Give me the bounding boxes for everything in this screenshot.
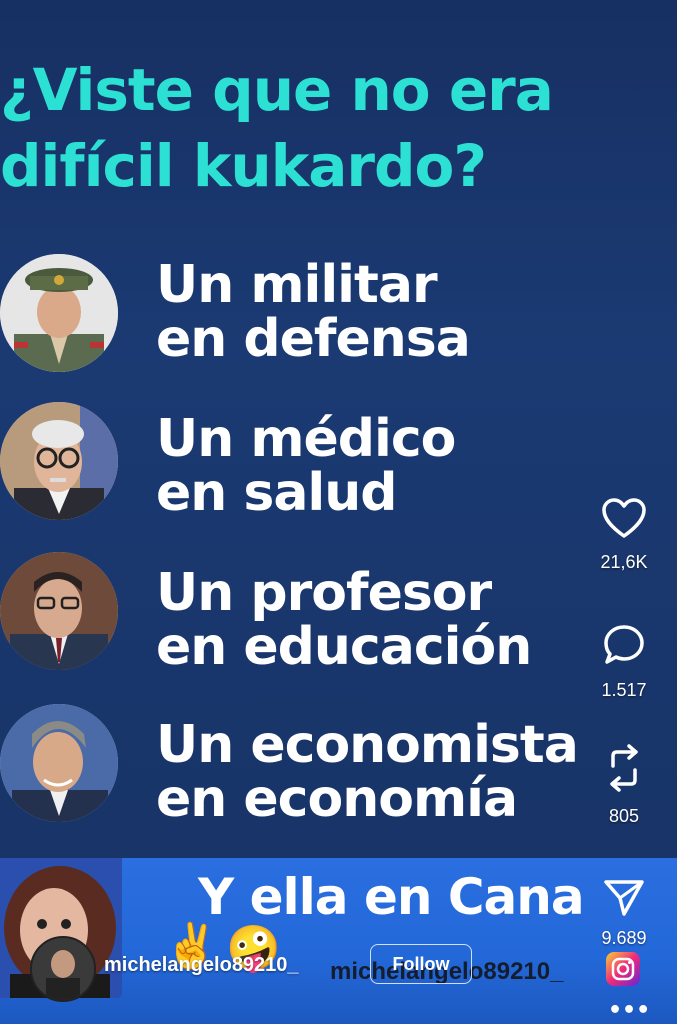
creator-avatar[interactable] [30, 936, 96, 1002]
heart-icon[interactable] [600, 496, 648, 540]
repost-icon[interactable] [601, 742, 647, 794]
post-image: ¿Viste que no era difícil kukardo? Un mi… [0, 0, 677, 858]
row-text: Un profesor en educación [156, 563, 532, 677]
headline: ¿Viste que no era difícil kukardo? [0, 52, 620, 204]
repost-count: 805 [608, 806, 640, 826]
doctor-portrait [0, 402, 118, 520]
headline-line-1: ¿Viste que no era [0, 56, 554, 124]
repost-action[interactable]: 805 [588, 742, 660, 827]
row-text: Un militar en defensa [156, 255, 471, 369]
follow-button[interactable]: Follow [370, 944, 472, 984]
row-text: Un médico en salud [156, 409, 456, 523]
teacher-portrait [0, 552, 118, 670]
send-icon[interactable] [602, 876, 646, 920]
like-action[interactable]: 21,6K [588, 496, 660, 573]
comment-icon[interactable] [601, 622, 647, 668]
headline-line-2: difícil kukardo? [0, 132, 487, 200]
row-text: Un economista en economía [156, 715, 579, 829]
comment-count: 1.517 [601, 680, 647, 700]
banner-caption: Y ella en Cana [198, 868, 585, 926]
military-portrait [0, 254, 118, 372]
creator-username[interactable]: michelangelo89210_ [104, 954, 299, 977]
more-options-icon[interactable]: ••• [608, 1000, 650, 1022]
like-count: 21,6K [600, 552, 648, 572]
creator-bar: ✌️ 🤪 michelangelo89210_ michelangelo8921… [0, 921, 677, 1024]
audio-thumbnail-icon[interactable] [606, 952, 640, 986]
comment-action[interactable]: 1.517 [588, 622, 660, 701]
economist-portrait [0, 704, 118, 822]
